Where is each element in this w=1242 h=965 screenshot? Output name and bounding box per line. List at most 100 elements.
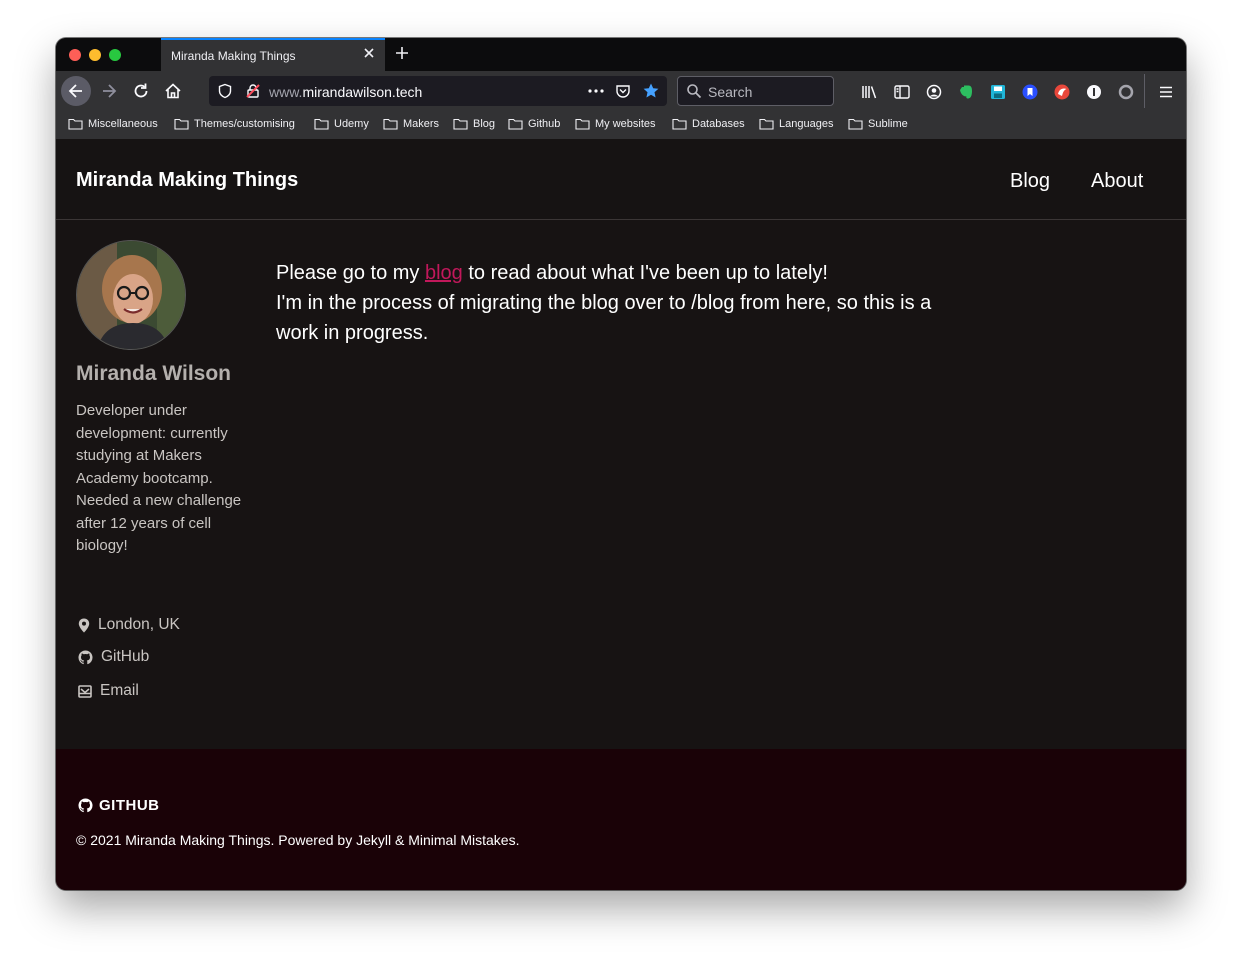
map-marker-icon bbox=[78, 618, 90, 632]
content-line-1: Please go to my blog to read about what … bbox=[276, 258, 976, 288]
bookmark-folder-sublime[interactable]: Sublime bbox=[848, 118, 908, 130]
page-actions-icon[interactable] bbox=[587, 84, 605, 103]
bookmark-label: Blog bbox=[473, 118, 496, 130]
folder-icon bbox=[453, 118, 468, 130]
home-button[interactable] bbox=[160, 78, 186, 104]
bookmark-folder-blog[interactable]: Blog bbox=[453, 118, 495, 130]
bookmark-label: Github bbox=[528, 118, 561, 130]
avatar bbox=[76, 240, 186, 350]
tab-active[interactable]: Miranda Making Things bbox=[161, 38, 385, 71]
hamburger-menu-icon[interactable] bbox=[1157, 83, 1175, 101]
toolbar-separator bbox=[1144, 74, 1145, 108]
shield-icon[interactable] bbox=[217, 83, 233, 104]
bookmark-label: Languages bbox=[779, 118, 834, 130]
bookmark-label: Udemy bbox=[334, 118, 369, 130]
nav-toolbar: www.mirandawilson.tech Search bbox=[56, 71, 1186, 111]
page-content: Please go to my blog to read about what … bbox=[276, 258, 976, 348]
save-page-icon[interactable] bbox=[989, 83, 1007, 101]
content-line-2: I'm in the process of migrating the blog… bbox=[276, 292, 932, 344]
bookmark-star-icon[interactable] bbox=[642, 82, 660, 105]
close-tab-icon[interactable] bbox=[362, 46, 376, 60]
nav-link-about[interactable]: About bbox=[1091, 170, 1143, 193]
footer-github-label: GITHUB bbox=[99, 797, 160, 814]
home-icon bbox=[165, 83, 181, 99]
footer-copyright: © 2021 Miranda Making Things. Powered by… bbox=[76, 832, 520, 848]
site-title-link[interactable]: Miranda Making Things bbox=[76, 169, 298, 192]
site-masthead: Miranda Making Things Blog About bbox=[56, 139, 1186, 220]
author-email-link[interactable]: Email bbox=[78, 682, 139, 700]
reload-icon bbox=[134, 83, 148, 98]
reload-button[interactable] bbox=[128, 78, 154, 104]
folder-icon bbox=[508, 118, 523, 130]
extension-ring-icon[interactable] bbox=[1117, 83, 1135, 101]
folder-icon bbox=[848, 118, 863, 130]
github-icon bbox=[78, 798, 93, 813]
pocket-icon[interactable] bbox=[615, 83, 631, 104]
bookmark-label: Databases bbox=[692, 118, 745, 130]
github-icon bbox=[78, 649, 93, 664]
folder-icon bbox=[575, 118, 590, 130]
bookmark-folder-miscellaneous[interactable]: Miscellaneous bbox=[68, 118, 158, 130]
envelope-icon bbox=[78, 684, 92, 698]
close-window-button[interactable] bbox=[69, 49, 81, 61]
url-prefix: www. bbox=[269, 84, 303, 100]
folder-icon bbox=[759, 118, 774, 130]
bookmark-folder-makers[interactable]: Makers bbox=[383, 118, 439, 130]
tab-title: Miranda Making Things bbox=[171, 49, 296, 63]
bookmark-label: Miscellaneous bbox=[88, 118, 158, 130]
page-footer: GITHUB © 2021 Miranda Making Things. Pow… bbox=[56, 749, 1186, 890]
browser-window: Miranda Making Things www.mirandawilson.… bbox=[56, 38, 1186, 890]
url-bar[interactable]: www.mirandawilson.tech bbox=[209, 76, 667, 106]
content-text: to read about what I've been up to latel… bbox=[462, 262, 828, 284]
bookmark-label: Sublime bbox=[868, 118, 908, 130]
folder-icon bbox=[314, 118, 329, 130]
content-text: Please go to my bbox=[276, 262, 425, 284]
bookmark-folder-languages[interactable]: Languages bbox=[759, 118, 833, 130]
arrow-left-icon bbox=[68, 84, 82, 98]
location-text: London, UK bbox=[98, 616, 180, 633]
back-button[interactable] bbox=[61, 76, 91, 106]
bookmark-label: Themes/customising bbox=[194, 118, 295, 130]
folder-icon bbox=[383, 118, 398, 130]
password-manager-icon[interactable] bbox=[1085, 83, 1103, 101]
url-text: www.mirandawilson.tech bbox=[269, 84, 422, 100]
bookmark-label: My websites bbox=[595, 118, 656, 130]
tab-strip: Miranda Making Things bbox=[56, 38, 1186, 71]
nav-link-blog[interactable]: Blog bbox=[1010, 170, 1050, 193]
blog-inline-link[interactable]: blog bbox=[425, 262, 463, 284]
privacy-badger-icon[interactable] bbox=[1053, 83, 1071, 101]
arrow-right-icon bbox=[103, 84, 117, 98]
bookmark-folder-themes[interactable]: Themes/customising bbox=[174, 118, 295, 130]
account-icon[interactable] bbox=[925, 83, 943, 101]
email-link-text: Email bbox=[100, 682, 139, 699]
url-domain: mirandawilson.tech bbox=[302, 84, 423, 100]
author-github-link[interactable]: GitHub bbox=[78, 648, 149, 666]
folder-icon bbox=[672, 118, 687, 130]
library-icon[interactable] bbox=[861, 83, 879, 101]
search-placeholder: Search bbox=[708, 84, 753, 100]
insecure-lock-icon[interactable] bbox=[245, 83, 261, 104]
author-bio: Developer under development: currently s… bbox=[76, 402, 242, 554]
bookmark-extension-icon[interactable] bbox=[1021, 83, 1039, 101]
minimize-window-button[interactable] bbox=[89, 49, 101, 61]
author-location: London, UK bbox=[78, 616, 180, 634]
evernote-icon[interactable] bbox=[957, 83, 975, 101]
bookmark-folder-databases[interactable]: Databases bbox=[672, 118, 745, 130]
bookmark-folder-my-websites[interactable]: My websites bbox=[575, 118, 656, 130]
github-link-text: GitHub bbox=[101, 648, 150, 665]
footer-github-link[interactable]: GITHUB bbox=[78, 797, 160, 814]
forward-button[interactable] bbox=[96, 78, 122, 104]
bookmark-folder-udemy[interactable]: Udemy bbox=[314, 118, 369, 130]
sidebar-icon[interactable] bbox=[893, 83, 911, 101]
search-icon bbox=[686, 83, 702, 104]
author-name: Miranda Wilson bbox=[76, 362, 231, 385]
folder-icon bbox=[68, 118, 83, 130]
new-tab-icon[interactable] bbox=[394, 45, 410, 61]
bookmark-label: Makers bbox=[403, 118, 440, 130]
maximize-window-button[interactable] bbox=[109, 49, 121, 61]
folder-icon bbox=[174, 118, 189, 130]
bookmarks-bar: Miscellaneous Themes/customising Udemy M… bbox=[56, 111, 1186, 139]
search-box[interactable]: Search bbox=[677, 76, 834, 106]
page-body: Miranda Wilson Developer under developme… bbox=[56, 220, 1186, 749]
bookmark-folder-github[interactable]: Github bbox=[508, 118, 560, 130]
